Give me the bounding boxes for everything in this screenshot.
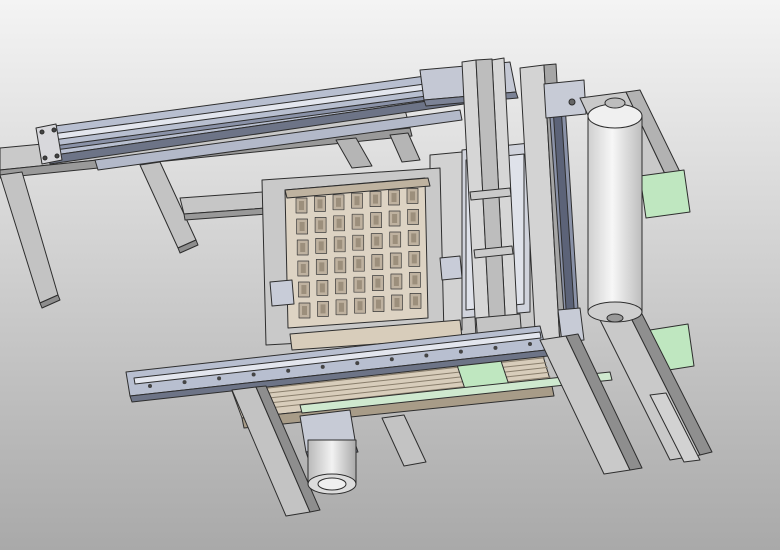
cad-viewport[interactable]: [0, 0, 780, 550]
rail-hole: [217, 376, 222, 381]
tray-magazine: [261, 167, 463, 351]
tray-clamp-left: [269, 279, 295, 307]
rail-hole: [424, 353, 429, 358]
rail-hole: [148, 384, 152, 388]
rail-hole: [458, 349, 463, 354]
gear-motor: [299, 409, 359, 495]
cad-assembly-drawing: [0, 0, 780, 550]
roller-drum: [587, 97, 643, 323]
rail-hole: [251, 372, 256, 377]
rail-hole: [389, 357, 394, 362]
rail-hole: [355, 361, 360, 366]
rail-hole: [493, 345, 498, 350]
conveyor-belt-top: [639, 169, 691, 219]
rail-hole: [320, 364, 325, 369]
rail-hole: [182, 380, 187, 385]
rail-hole: [528, 342, 532, 346]
rail-hole: [286, 368, 291, 373]
lifter-carriage: [543, 79, 587, 119]
tray-clamp-right: [439, 255, 463, 281]
